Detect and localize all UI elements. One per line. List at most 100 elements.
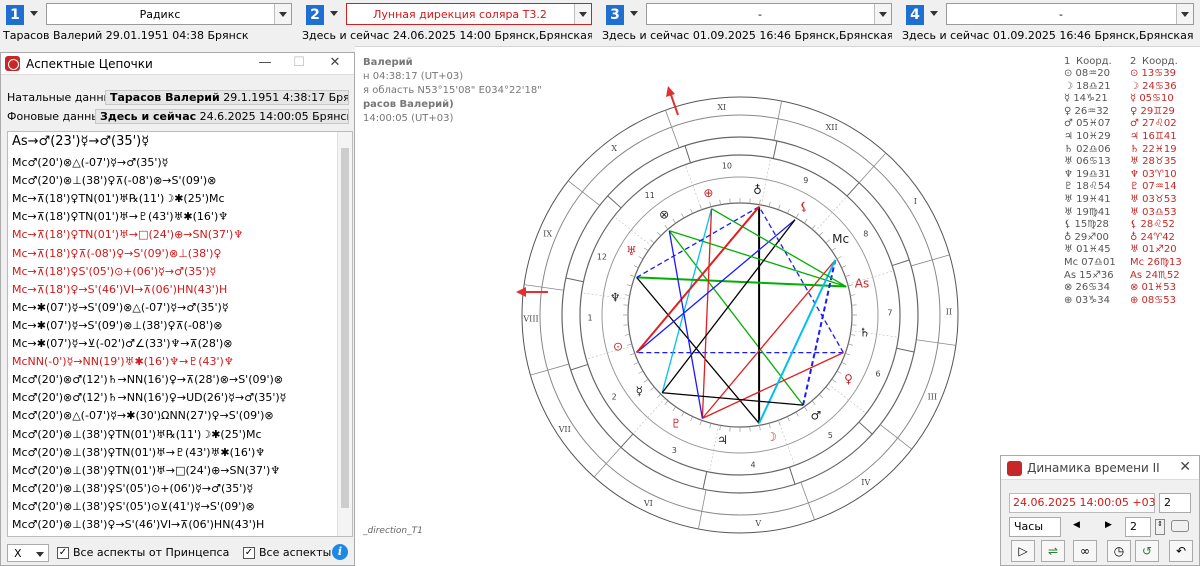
link-button[interactable]: ∞: [1073, 540, 1097, 562]
reset-button[interactable]: ↺: [1135, 540, 1159, 562]
slot-menu-arrow-icon[interactable]: [30, 11, 38, 16]
legend-row: ⊗ 26♋34 ⊗ 01♓53: [1064, 282, 1194, 295]
degree-tick: [690, 208, 693, 214]
chevron-down-icon[interactable]: [1176, 4, 1193, 24]
degree-tick: [624, 294, 630, 296]
chain-line[interactable]: Mc♂(20')⊗⊥(38')♀TN(01')♅℞(11')☽✱(25')Mc: [12, 426, 262, 444]
slot-menu-arrow-icon[interactable]: [630, 11, 638, 16]
play-button[interactable]: ▷: [1011, 540, 1035, 562]
bg-value-name: Здесь и сейчас: [100, 110, 197, 123]
chain-line[interactable]: Mc♂(20')⊗⊥(38')♀⊼(-08')⊗→S'(09')⊗: [12, 172, 216, 190]
aspect-line: [702, 352, 844, 419]
unit-select[interactable]: Часы: [1009, 517, 1061, 537]
checkbox-all-from-princeps[interactable]: ✓: [57, 547, 69, 559]
astro-wheel[interactable]: IXXXIXIIIIIIIIIVVVIVIIVIII12111098765432…: [500, 80, 980, 550]
step-back-icon[interactable]: ◀: [1073, 520, 1080, 530]
degree-tick: [690, 416, 693, 422]
datetime-field[interactable]: 24.06.2025 14:00:05 +03 Вт: [1009, 493, 1173, 513]
legend-bg-coord: ♆ 03♈10: [1130, 168, 1177, 180]
planet-glyph: ♃: [717, 433, 728, 447]
legend-row: ♇ 18♌54 ♇ 07♒14: [1064, 181, 1194, 194]
house-number-inner: 7: [887, 308, 892, 317]
chart-button[interactable]: ⇌: [1041, 540, 1065, 562]
legend-natal-coord: ♀ 26♒32: [1064, 105, 1109, 117]
close-icon[interactable]: ✕: [1179, 459, 1191, 475]
chain-line[interactable]: Mc→✱(07')☿→S'(09')⊗△(-07')☿→♂(35')☿: [12, 299, 229, 317]
slot-menu-arrow-icon[interactable]: [930, 11, 938, 16]
bg-value-rest: 24.6.2025 14:00:05 Брянск,Брянская: [199, 110, 348, 123]
degree-tick: [848, 284, 854, 287]
chain-line[interactable]: Mc→✱(07')☿→⊻(-02')♂∠(33')♆→⊼(28')⊗: [12, 335, 232, 353]
chain-line[interactable]: Mc→⊼(18')♀⊼(-08')♀→S'(09')⊗⊥(38')♀: [12, 245, 221, 263]
zodiac-divider: [684, 145, 692, 163]
chart-type-combo[interactable]: Радикс: [46, 3, 292, 25]
slot-number: 3: [606, 5, 624, 25]
step-input[interactable]: 2: [1125, 517, 1151, 537]
battery-icon: [1171, 520, 1189, 532]
chain-line[interactable]: Mc→⊼(18')♀TN(01')♅→□(24')⊕→SN(37')♆: [12, 226, 243, 244]
chain-line[interactable]: Mc♂(20')⊗△(-07')☿→♂(35')☿: [12, 154, 168, 172]
house-number-outer: I: [914, 197, 917, 206]
house-number-inner: 8: [863, 229, 868, 238]
checkbox-all-aspects[interactable]: ✓: [243, 547, 255, 559]
info-icon[interactable]: i: [332, 544, 348, 560]
chevron-down-icon[interactable]: [274, 4, 291, 24]
chart-type-combo[interactable]: -: [946, 3, 1194, 25]
legend-bg-coord: ⊗ 01♓53: [1130, 282, 1176, 294]
slot-menu-arrow-icon[interactable]: [330, 11, 338, 16]
chain-line[interactable]: Mc♂(20')⊗♂(12')♄→NN(16')♀→⊼(28')⊗→S'(09'…: [12, 371, 283, 389]
chain-line[interactable]: Mc♂(20')⊗⊥(38')♀S'(05')⊙+(06')☿→♂(35')☿: [12, 480, 253, 498]
time-dynamics-window: Динамика времени II ✕ 24.06.2025 14:00:0…: [1000, 455, 1200, 566]
slot-subtitle: Здесь и сейчас 01.09.2025 16:46 Брянск,Б…: [602, 29, 892, 42]
checkbox-all-aspects-label: Все аспекты: [259, 546, 332, 559]
chain-line[interactable]: McNN(-0')☿→NN(19')♅✱(16')♆→♇(43')♆: [12, 353, 234, 371]
house-number-outer: XI: [717, 103, 726, 112]
house-number-inner: 5: [828, 431, 833, 440]
spin-icon[interactable]: ⇕: [1155, 519, 1165, 535]
maximize-icon[interactable]: ☐: [288, 55, 310, 73]
chain-line[interactable]: Mc→⊼(18')♀TN(01')♅℞(11')☽✱(25')Mc: [12, 190, 225, 208]
slot-subtitle: Здесь и сейчас 01.09.2025 16:46 Брянск,Б…: [902, 29, 1194, 42]
minimize-icon[interactable]: —: [254, 55, 276, 73]
slot-subtitle: Здесь и сейчас 24.06.2025 14:00 Брянск,Б…: [302, 29, 592, 42]
filter-select[interactable]: X: [7, 544, 49, 562]
clock-button[interactable]: ◷: [1107, 540, 1131, 562]
degree-tick: [719, 199, 721, 205]
chain-line[interactable]: Mc→✱(07')☿→S'(09')⊗⊥(38')♀⊼(-08')⊗: [12, 317, 222, 335]
sel-count[interactable]: 2: [1159, 493, 1191, 513]
mc-arrow-head: [666, 86, 675, 97]
chain-line[interactable]: Mc♂(20')⊗⊥(38')♀→S'(46')VI→⊼(06')HN(43')…: [12, 516, 264, 534]
close-icon[interactable]: ✕: [324, 55, 346, 73]
natal-value-name: Тарасов Валерий: [110, 91, 220, 104]
legend-natal-coord: ♇ 18♌54: [1064, 181, 1111, 193]
aspect-line: [636, 276, 760, 424]
chart-type-combo[interactable]: -: [646, 3, 892, 25]
chain-line[interactable]: Mc♂(20')⊗△(-07')☿→✱(30')ΩNN(27')♀→S'(09'…: [12, 407, 274, 425]
chain-line[interactable]: Mc→⊼(18')♀S'(05')⊙+(06')☿→♂(35')☿: [12, 263, 216, 281]
back-button[interactable]: ↶: [1169, 540, 1193, 562]
chain-line[interactable]: Mc→⊼(18')♀TN(01')♅→♇(43')♅✱(16')♆: [12, 208, 228, 226]
scrollbar[interactable]: [337, 132, 352, 536]
chain-line[interactable]: Mc→⊼(18')♀→S'(46')VI→⊼(06')HN(43')H: [12, 281, 227, 299]
legend-rows: ⊙ 08♒20 ⊙ 13♋39 ☽ 18♎21 ☽ 24♋36 ☿ 14♑21 ☿ 05♋…: [1064, 68, 1194, 307]
sel-count-value: 2: [1164, 496, 1171, 509]
house-cusp-inner: [586, 345, 633, 360]
legend-row: ♃ 10♓29 ♃ 16♊41: [1064, 131, 1194, 144]
zodiac-divider: [892, 259, 910, 267]
chain-line[interactable]: Mc♂(20')⊗⊥(38')♀TN(01')♅→□(24')⊕→SN(37')…: [12, 462, 280, 480]
house-cusp: [916, 339, 956, 346]
chain-line[interactable]: Mc♂(20')⊗♂(12')♄→NN(16')♀→UD(26')☿→♂(35'…: [12, 389, 286, 407]
legend-bg-coord: ♃ 16♊41: [1130, 130, 1177, 142]
step-forward-icon[interactable]: ▶: [1105, 520, 1112, 530]
chain-line[interactable]: Mc♂(20')⊗⊥(38')♀TN(01')♅→♇(43')♅✱(16')♆: [12, 444, 265, 462]
legend-bg-coord: ☿ 05♋10: [1130, 93, 1174, 105]
legend-bg-coord: ♅ 03♎53: [1130, 206, 1177, 218]
list-header-line[interactable]: As→♂(23')☿→♂(35')☿: [12, 133, 149, 151]
combo-value: -: [1059, 8, 1063, 21]
chart-type-combo[interactable]: Лунная дирекция соляра Т3.2: [346, 3, 592, 25]
chevron-down-icon[interactable]: [574, 4, 591, 24]
chevron-down-icon[interactable]: [874, 4, 891, 24]
chains-list[interactable]: As→♂(23')☿→♂(35')☿ Mc♂(20')⊗△(-07')☿→♂(3…: [7, 131, 353, 537]
chain-line[interactable]: Mc♂(20')⊗⊥(38')♀S'(05')⊙⊻(41')☿→S'(09')⊗: [12, 498, 255, 516]
scroll-thumb[interactable]: [341, 148, 349, 508]
